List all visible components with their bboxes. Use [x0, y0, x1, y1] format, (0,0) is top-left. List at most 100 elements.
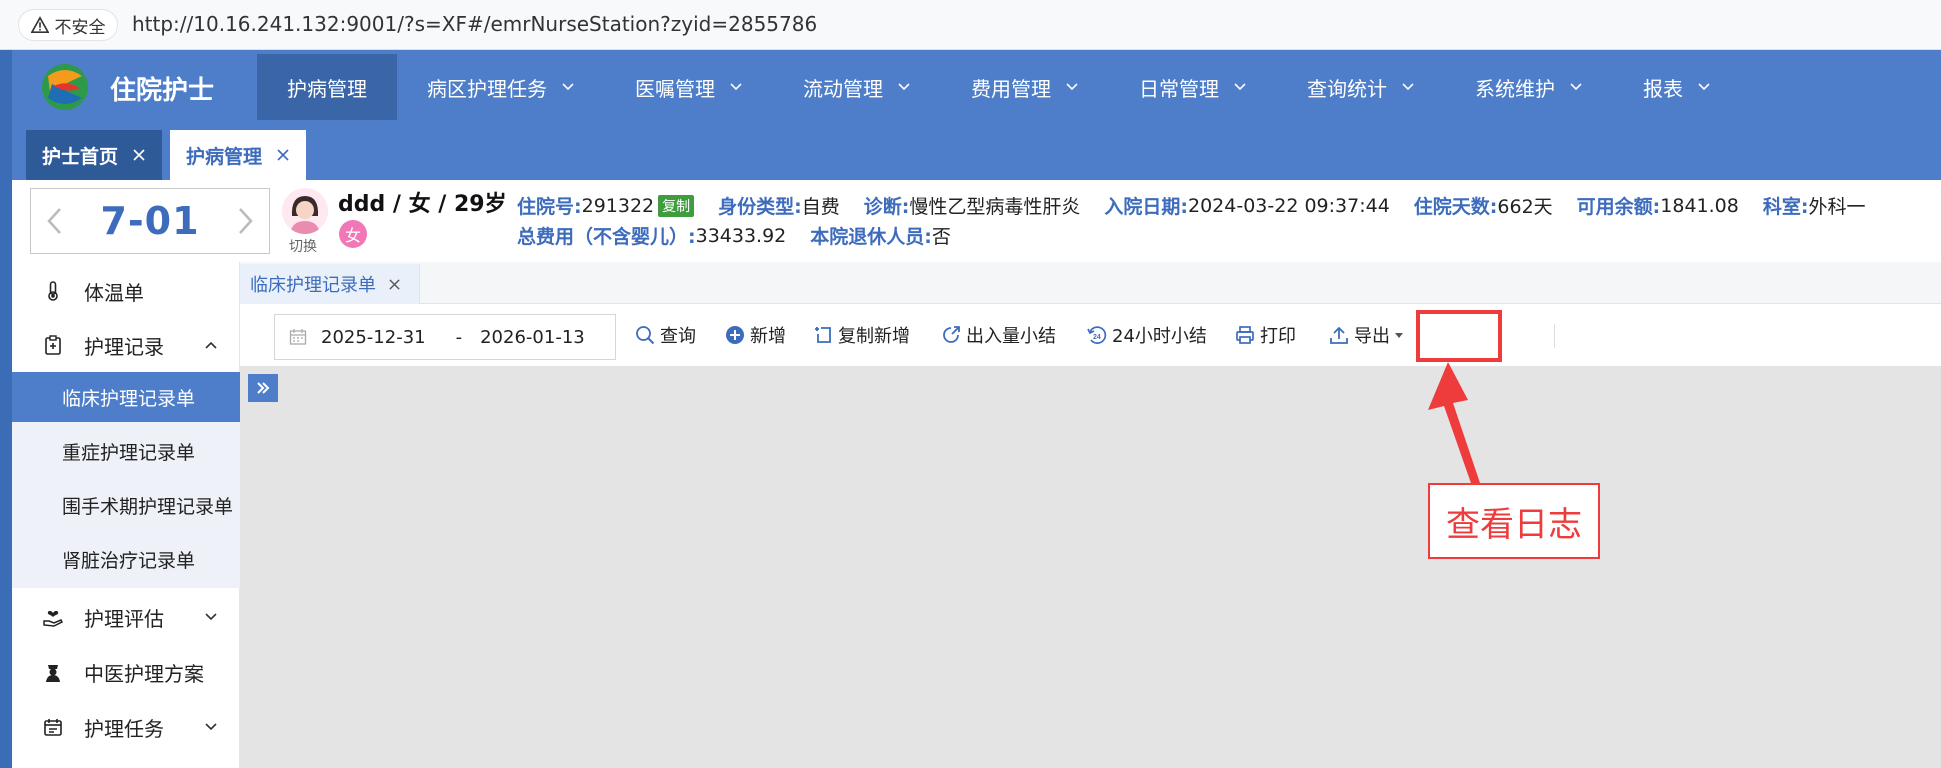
nav-item-flow[interactable]: 流动管理 — [773, 54, 941, 120]
nav-item-reports[interactable]: 报表 — [1613, 54, 1741, 120]
patient-info-bar: 7-01 切换 ddd / 女 / 29岁 女 住院号: 291322 复制 身… — [12, 180, 1941, 262]
patient-info-row-1: 住院号: 291322 复制 身份类型: 自费 诊断: 慢性乙型病毒性肝炎 入院… — [517, 192, 1889, 219]
nav-item-label: 费用管理 — [971, 76, 1051, 101]
avatar[interactable] — [282, 188, 328, 234]
printer-icon — [1236, 326, 1254, 344]
info-value: 自费 — [801, 196, 840, 218]
info-label: 科室: — [1762, 196, 1809, 218]
app-header: 住院护士 护病管理 病区护理任务 医嘱管理 流动管理 费用管理 日常管理 查询统… — [12, 50, 1941, 180]
sidebar-item-temperature-chart[interactable]: 体温单 — [12, 264, 240, 318]
nav-item-label: 报表 — [1643, 76, 1683, 101]
chevron-down-icon — [205, 723, 217, 731]
nav-item-query-stats[interactable]: 查询统计 — [1277, 54, 1445, 120]
copy-button[interactable]: 复制 — [658, 194, 695, 217]
thermometer-icon — [48, 281, 58, 301]
app-title: 住院护士 — [110, 76, 215, 106]
sidebar-subitem-icu-record[interactable]: 重症护理记录单 — [12, 426, 240, 476]
nav-item-billing[interactable]: 费用管理 — [941, 54, 1109, 120]
nav-item-care-management[interactable]: 护病管理 — [257, 54, 397, 120]
info-label: 住院天数: — [1413, 196, 1498, 218]
sidebar-item-nursing-assessment[interactable]: 护理评估 — [12, 590, 240, 644]
info-label: 总费用（不含婴儿）: — [517, 226, 696, 248]
hand-heart-icon — [43, 610, 64, 627]
sidebar-item-label: 护理任务 — [84, 716, 164, 741]
close-icon[interactable] — [132, 148, 146, 162]
sidebar-subitem-renal-record[interactable]: 肾脏治疗记录单 — [12, 534, 240, 584]
add-label: 新增 — [750, 326, 786, 347]
copy-add-button[interactable]: 复制新增 — [812, 318, 910, 352]
calendar-icon — [44, 719, 62, 736]
close-icon[interactable] — [276, 148, 290, 162]
external-link-icon — [943, 326, 960, 343]
content-tab-bar: 临床护理记录单 — [240, 262, 1941, 304]
upload-icon — [1330, 326, 1348, 344]
chevron-right-icon[interactable] — [235, 206, 255, 236]
nurse-icon — [46, 665, 60, 682]
tab-label: 护士首页 — [42, 145, 119, 168]
info-value: 外科一 — [1808, 196, 1866, 218]
sidebar: 体温单 护理记录 临床护理记录单 重症护理记录单 围手术期护理记录单 肾脏治疗记… — [12, 262, 240, 768]
tab-care-management[interactable]: 护病管理 — [170, 130, 307, 180]
io-summary-button[interactable]: 出入量小结 — [940, 318, 1056, 352]
nav-item-ward-tasks[interactable]: 病区护理任务 — [397, 54, 605, 120]
bed-number: 7-01 — [100, 199, 200, 243]
caret-down-icon — [1395, 333, 1403, 338]
chevron-down-icon — [730, 83, 742, 91]
toolbar-divider — [1554, 324, 1555, 348]
main-nav: 护病管理 病区护理任务 医嘱管理 流动管理 费用管理 日常管理 查询统计 系统维… — [257, 54, 1741, 120]
chevron-down-icon — [898, 83, 910, 91]
sidebar-item-label: 肾脏治疗记录单 — [62, 549, 196, 572]
tab-clinical-record[interactable]: 临床护理记录单 — [240, 264, 420, 304]
info-value: 33433.92 — [695, 224, 787, 247]
sidebar-item-tcm-nursing-plan[interactable]: 中医护理方案 — [12, 645, 240, 699]
chevron-down-icon — [1570, 83, 1582, 91]
summary-24h-label: 24小时小结 — [1112, 326, 1207, 347]
page-tabs: 护士首页 护病管理 — [26, 130, 307, 180]
nav-item-label: 日常管理 — [1139, 76, 1219, 101]
view-log-button-highlight[interactable] — [1416, 310, 1502, 362]
content-area: 临床护理记录单 2025-12-31 - 2026-01-13 查询 新增 复制… — [240, 262, 1941, 768]
query-label: 查询 — [660, 326, 696, 347]
bed-selector: 7-01 — [30, 188, 270, 254]
date-range-picker[interactable]: 2025-12-31 - 2026-01-13 — [274, 314, 616, 360]
export-dropdown[interactable]: 导出 — [1328, 318, 1404, 352]
print-button[interactable]: 打印 — [1234, 318, 1296, 352]
sidebar-subitem-clinical-record[interactable]: 临床护理记录单 — [12, 372, 240, 422]
plus-circle-icon — [726, 326, 744, 344]
query-button[interactable]: 查询 — [634, 318, 696, 352]
sidebar-subitem-perioperative-record[interactable]: 围手术期护理记录单 — [12, 480, 240, 530]
nav-item-label: 系统维护 — [1475, 76, 1555, 101]
search-icon — [636, 326, 655, 345]
sidebar-item-nursing-tasks[interactable]: 护理任务 — [12, 700, 240, 754]
chevron-up-icon — [205, 341, 217, 349]
nav-item-system[interactable]: 系统维护 — [1445, 54, 1613, 120]
sidebar-item-label: 护理记录 — [84, 334, 164, 359]
info-label: 可用余额: — [1576, 196, 1661, 218]
info-value: 否 — [931, 226, 951, 248]
url-field[interactable]: http://10.16.241.132:9001/?s=XF#/emrNurs… — [132, 12, 817, 36]
nav-item-orders[interactable]: 医嘱管理 — [605, 54, 773, 120]
switch-patient-link[interactable]: 切换 — [289, 236, 317, 256]
sidebar-item-label: 中医护理方案 — [84, 661, 204, 686]
warning-icon — [30, 16, 49, 34]
nav-item-daily[interactable]: 日常管理 — [1109, 54, 1277, 120]
nav-item-label: 查询统计 — [1307, 76, 1387, 101]
add-button[interactable]: 新增 — [724, 318, 786, 352]
chevron-down-icon — [1698, 83, 1710, 91]
print-label: 打印 — [1260, 326, 1296, 347]
nav-item-label: 医嘱管理 — [635, 76, 715, 101]
clipboard-icon — [45, 335, 61, 355]
tab-nurse-home[interactable]: 护士首页 — [26, 130, 163, 180]
patient-name: ddd / 女 / 29岁 — [338, 192, 507, 217]
summary-24h-button[interactable]: 24 24小时小结 — [1086, 318, 1207, 352]
security-indicator[interactable]: 不安全 — [18, 9, 118, 41]
nav-item-label: 病区护理任务 — [427, 76, 547, 101]
chevron-left-icon[interactable] — [45, 206, 65, 236]
nav-item-label: 流动管理 — [803, 76, 883, 101]
chevron-down-icon — [1066, 83, 1078, 91]
expand-panel-button[interactable] — [248, 374, 278, 402]
sidebar-item-nursing-records[interactable]: 护理记录 — [12, 318, 240, 372]
sidebar-item-label: 体温单 — [84, 280, 144, 305]
gender-badge: 女 — [339, 220, 367, 248]
close-icon[interactable] — [388, 278, 401, 291]
